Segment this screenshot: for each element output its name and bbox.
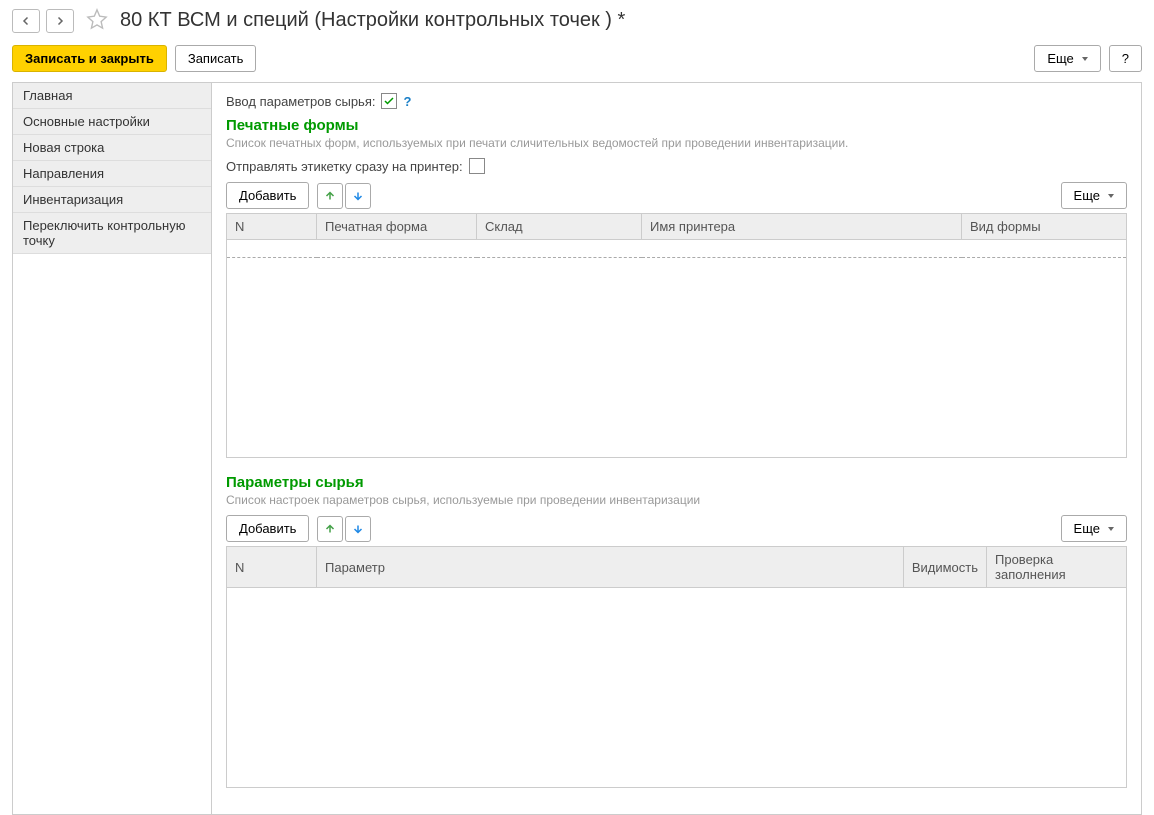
params-col-param: Параметр [317,547,904,588]
page-title: 80 КТ ВСМ и специй (Настройки контрольны… [120,9,625,32]
table-empty [227,258,1127,458]
params-col-n: N [227,547,317,588]
arrow-up-icon [324,523,336,535]
more-button-top[interactable]: Еще [1034,45,1100,72]
save-button[interactable]: Записать [175,45,257,72]
help-button[interactable]: ? [1109,45,1142,72]
sidebar-item-settings[interactable]: Основные настройки [13,109,211,135]
favorite-toggle[interactable] [86,8,108,33]
raw-params-title: Параметры сырья [226,474,1127,491]
print-col-kind: Вид формы [962,214,1127,240]
raw-params-label: Ввод параметров сырья: [226,94,375,109]
print-add-button[interactable]: Добавить [226,182,309,209]
sidebar-item-main[interactable]: Главная [13,83,211,109]
print-col-form: Печатная форма [317,214,477,240]
table-row[interactable] [227,240,1127,258]
nav-back-button[interactable] [12,9,40,33]
params-more-button[interactable]: Еще [1061,515,1127,542]
sidebar-item-switchpoint[interactable]: Переключить контрольную точку [13,213,211,254]
print-forms-desc: Список печатных форм, используемых при п… [226,136,1127,150]
print-moveup-button[interactable] [317,183,343,209]
arrow-down-icon [352,190,364,202]
print-col-n: N [227,214,317,240]
arrow-up-icon [324,190,336,202]
arrow-down-icon [352,523,364,535]
print-forms-table[interactable]: N Печатная форма Склад Имя принтера Вид … [226,213,1127,458]
nav-forward-button[interactable] [46,9,74,33]
sidebar: Главная Основные настройки Новая строка … [12,82,212,815]
arrow-left-icon [20,15,32,27]
arrow-right-icon [54,15,66,27]
send-label-direct-label: Отправлять этикетку сразу на принтер: [226,159,463,174]
params-movedown-button[interactable] [345,516,371,542]
print-movedown-button[interactable] [345,183,371,209]
raw-params-table[interactable]: N Параметр Видимость Проверка заполнения [226,546,1127,788]
print-forms-title: Печатные формы [226,117,1127,134]
print-more-button[interactable]: Еще [1061,182,1127,209]
raw-params-checkbox[interactable] [381,93,397,109]
params-col-visibility: Видимость [903,547,986,588]
send-label-direct-checkbox[interactable] [469,158,485,174]
params-add-button[interactable]: Добавить [226,515,309,542]
sidebar-item-newrow[interactable]: Новая строка [13,135,211,161]
sidebar-item-inventory[interactable]: Инвентаризация [13,187,211,213]
raw-params-help-icon[interactable]: ? [403,94,411,109]
table-empty [227,588,1127,788]
params-col-check: Проверка заполнения [987,547,1127,588]
print-col-store: Склад [477,214,642,240]
save-close-button[interactable]: Записать и закрыть [12,45,167,72]
main-area: Ввод параметров сырья: ? Печатные формы … [212,82,1142,815]
raw-params-desc: Список настроек параметров сырья, исполь… [226,493,1127,507]
star-icon [86,8,108,30]
sidebar-item-directions[interactable]: Направления [13,161,211,187]
params-moveup-button[interactable] [317,516,343,542]
check-icon [383,95,395,107]
print-col-printer: Имя принтера [642,214,962,240]
